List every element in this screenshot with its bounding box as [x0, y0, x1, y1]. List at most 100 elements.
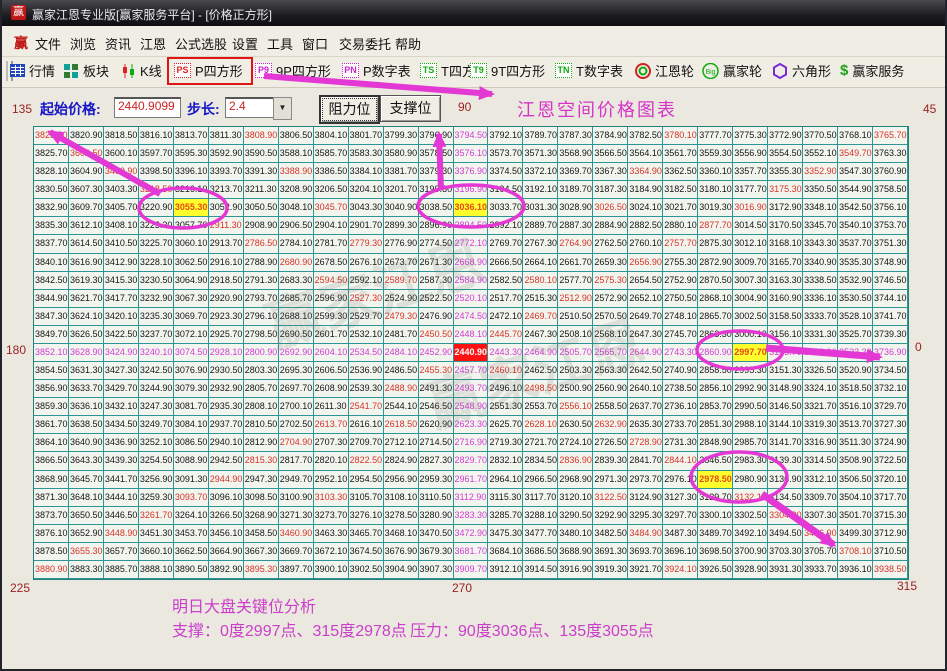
grid-cell: 2488.90 [384, 380, 419, 398]
menu-file[interactable]: 文件 [35, 34, 61, 53]
step-dropdown-arrow-icon[interactable]: ▼ [273, 97, 292, 120]
menu-window[interactable]: 窗口 [302, 34, 328, 53]
grid-cell: 2908.90 [244, 217, 279, 235]
grid-cell: 2469.70 [523, 308, 558, 326]
resistance-button[interactable]: 阻力位 [319, 95, 380, 124]
grid-cell: 3852.10 [34, 344, 69, 362]
step-select[interactable]: 2.4 [225, 97, 278, 118]
toolbar-9t-square[interactable]: T99T四方形 [470, 61, 545, 83]
toolbar-winner-service[interactable]: $赢家服务 [840, 61, 904, 83]
grid-cell: 3393.70 [209, 163, 244, 181]
grid-cell: 3612.10 [69, 217, 104, 235]
grid-cell: 2599.30 [314, 308, 349, 326]
grid-cell: 2745.70 [663, 326, 698, 344]
grid-cell: 3014.50 [733, 217, 768, 235]
toolbar-winner-wheel[interactable]: Big赢家轮 [702, 61, 762, 83]
toolbar-market[interactable]: 行情 [10, 61, 55, 83]
grid-cell: 3060.10 [174, 235, 209, 253]
grid-cell: 3324.10 [803, 380, 838, 398]
grid-cell: 2707.30 [314, 434, 349, 452]
menu-help[interactable]: 帮助 [395, 34, 421, 53]
toolbar-p-table[interactable]: PNP数字表 [342, 61, 411, 83]
toolbar-t-table[interactable]: TNT数字表 [555, 61, 623, 83]
grid-cell: 3561.70 [663, 145, 698, 163]
angle-label-270: 270 [452, 581, 472, 595]
grid-cell: 3775.30 [733, 127, 768, 145]
toolbar-blocks[interactable]: 板块 [64, 61, 109, 83]
grid-cell: 2589.70 [384, 272, 419, 290]
grid-cell: 2880.10 [663, 217, 698, 235]
grid-cell: 2654.50 [628, 272, 663, 290]
grid-cell: 2913.70 [209, 235, 244, 253]
grid-cell: 2632.90 [593, 416, 628, 434]
grid-cell: 3129.70 [698, 489, 733, 507]
grid-cell: 2810.50 [244, 416, 279, 434]
grid-cell: 3592.90 [209, 145, 244, 163]
grid-cell: 3912.10 [488, 561, 523, 579]
grid-cell: 3708.10 [838, 543, 873, 561]
grid-cell: 3235.30 [139, 308, 174, 326]
grid-cell: 3801.70 [349, 127, 384, 145]
grid-cell: 3523.30 [838, 344, 873, 362]
grid-cell: 3084.10 [174, 416, 209, 434]
grid-cell: 3264.10 [174, 507, 209, 525]
grid-cell: 3691.30 [593, 543, 628, 561]
menu-trade[interactable]: 交易委托 [339, 34, 391, 53]
grid-cell: 3892.90 [209, 561, 244, 579]
menu-news[interactable]: 资讯 [105, 34, 131, 53]
toolbar-kline[interactable]: K线 [122, 61, 162, 83]
menu-settings[interactable]: 设置 [232, 34, 258, 53]
grid-cell: 2508.10 [558, 326, 593, 344]
grid-cell: 2445.70 [488, 326, 523, 344]
grid-cell: 2580.10 [523, 272, 558, 290]
toolbar-hexagon[interactable]: 六角形 [772, 61, 831, 83]
grid-cell: 2815.30 [244, 452, 279, 470]
grid-cell: 3192.10 [523, 181, 558, 199]
grid-cell: 2582.50 [488, 272, 523, 290]
grid-cell: 3633.70 [69, 380, 104, 398]
grid-cell: 3386.50 [314, 163, 349, 181]
grid-cell: 3703.30 [768, 543, 803, 561]
support-button[interactable]: 支撑位 [380, 95, 441, 122]
grid-cell: 3902.50 [349, 561, 384, 579]
grid-cell: 2865.70 [698, 308, 733, 326]
grid-cell: 3364.90 [628, 163, 663, 181]
grid-cell: 3753.70 [873, 217, 908, 235]
grid-cell: 3938.50 [873, 561, 908, 579]
grid-cell: 3806.50 [279, 127, 314, 145]
grid-cell: 3458.50 [244, 525, 279, 543]
grid-cell: 3292.90 [593, 507, 628, 525]
grid-cell: 2899.30 [384, 217, 419, 235]
toolbar-9p-square[interactable]: P99P四方形 [255, 61, 331, 83]
grid-cell: 3595.30 [174, 145, 209, 163]
grid-cell: 3309.70 [803, 489, 838, 507]
grid-cell: 2527.30 [349, 290, 384, 308]
grid-cell: 3928.90 [733, 561, 768, 579]
grid-cell: 2608.90 [314, 380, 349, 398]
grid-cell: 3840.10 [34, 254, 69, 272]
menu-gann[interactable]: 江恩 [140, 34, 166, 53]
grid-cell: 3002.50 [733, 308, 768, 326]
angle-label-135: 135 [12, 102, 32, 116]
grid-cell: 2798.50 [244, 326, 279, 344]
toolbar-gann-wheel[interactable]: 江恩轮 [635, 61, 694, 83]
grid-cell: 3648.10 [69, 489, 104, 507]
grid-cell: 3914.50 [523, 561, 558, 579]
grid-cell: 3110.50 [419, 489, 454, 507]
grid-cell: 2796.10 [244, 308, 279, 326]
menu-formula[interactable]: 公式选股 [175, 34, 227, 53]
grid-cell: 3576.10 [454, 145, 489, 163]
grid-cell: 2448.10 [454, 326, 489, 344]
grid-cell: 3326.50 [803, 362, 838, 380]
menu-browse[interactable]: 浏览 [70, 34, 96, 53]
menu-tools[interactable]: 工具 [267, 34, 293, 53]
grid-cell: 2460.10 [488, 362, 523, 380]
grid-cell: 2988.10 [733, 416, 768, 434]
winner-wheel-icon: Big [702, 63, 719, 79]
grid-cell: 3585.70 [314, 145, 349, 163]
start-price-input[interactable]: 2440.9099 [114, 97, 181, 118]
grid-cell: 3720.10 [873, 471, 908, 489]
grid-cell: 3724.90 [873, 434, 908, 452]
grid-cell: 2700.10 [279, 398, 314, 416]
toolbar-p-square[interactable]: PSP四方形 [174, 61, 243, 83]
